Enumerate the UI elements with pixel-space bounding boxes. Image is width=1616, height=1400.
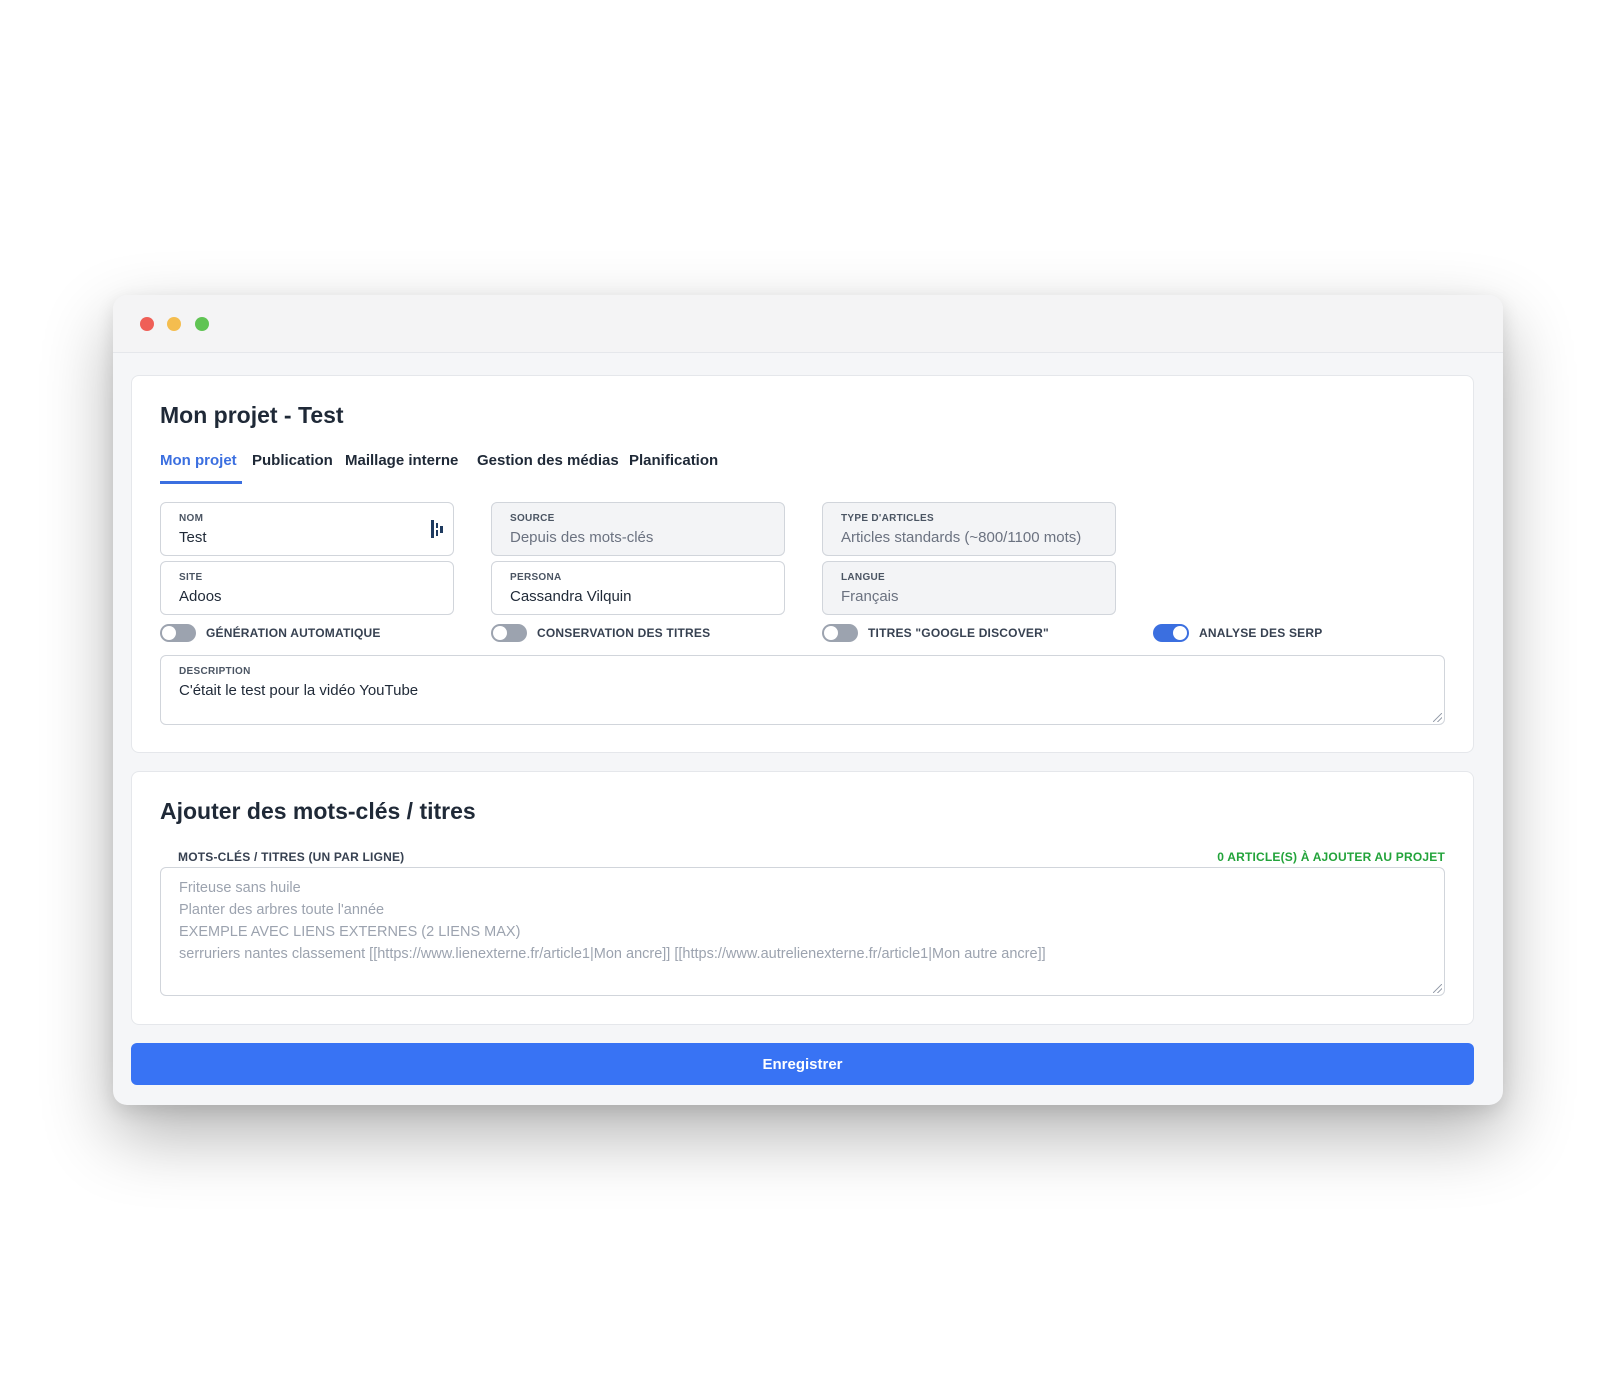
keywords-textarea[interactable]: Friteuse sans huile Planter des arbres t… xyxy=(160,867,1445,996)
toggle-analyse-serp-label: ANALYSE DES SERP xyxy=(1199,626,1323,640)
title-bar xyxy=(113,295,1503,353)
persona-select[interactable]: Cassandra Vilquin xyxy=(510,588,760,605)
app-window: Mon projet - Test Mon projet Publication… xyxy=(113,295,1503,1105)
minimize-window-button[interactable] xyxy=(167,317,181,331)
source-value: Depuis des mots-clés xyxy=(510,529,654,546)
page-title: Mon projet - Test xyxy=(160,402,344,428)
project-card: Mon projet - Test Mon projet Publication… xyxy=(131,375,1474,753)
langue-label: LANGUE xyxy=(841,572,886,583)
toggle-google-discover[interactable] xyxy=(822,624,858,642)
toggle-generation-automatique[interactable] xyxy=(160,624,196,642)
type-articles-field: TYPE D'ARTICLES Articles standards (~800… xyxy=(822,502,1116,556)
keywords-field-label: MOTS-CLÉS / TITRES (UN PAR LIGNE) xyxy=(178,850,405,864)
source-field: SOURCE Depuis des mots-clés xyxy=(491,502,785,556)
site-label: SITE xyxy=(179,572,203,583)
maximize-window-button[interactable] xyxy=(195,317,209,331)
site-select[interactable]: Adoos xyxy=(179,588,429,605)
type-articles-value: Articles standards (~800/1100 mots) xyxy=(841,529,1082,546)
keywords-card: Ajouter des mots-clés / titres MOTS-CLÉS… xyxy=(131,771,1474,1025)
articles-count: 0 ARTICLE(S) À AJOUTER AU PROJET xyxy=(1217,850,1445,864)
nom-input[interactable]: Test xyxy=(179,529,429,546)
nom-label: NOM xyxy=(179,513,204,524)
description-textarea[interactable]: C'était le test pour la vidéo YouTube xyxy=(179,682,418,699)
type-articles-label: TYPE D'ARTICLES xyxy=(841,513,934,524)
tab-planification[interactable]: Planification xyxy=(629,450,718,484)
toggle-analyse-serp[interactable] xyxy=(1153,624,1189,642)
persona-field[interactable]: PERSONA Cassandra Vilquin xyxy=(491,561,785,615)
tab-publication[interactable]: Publication xyxy=(252,450,333,484)
description-field[interactable]: DESCRIPTION C'était le test pour la vidé… xyxy=(160,655,1445,725)
tab-mon-projet[interactable]: Mon projet xyxy=(160,450,242,484)
placeholder-line: EXEMPLE AVEC LIENS EXTERNES (2 LIENS MAX… xyxy=(179,924,521,940)
persona-label: PERSONA xyxy=(510,572,562,583)
resize-handle-icon[interactable] xyxy=(1433,984,1442,993)
langue-value: Français xyxy=(841,588,899,605)
toggle-conservation-titres-label: CONSERVATION DES TITRES xyxy=(537,626,711,640)
close-window-button[interactable] xyxy=(140,317,154,331)
keywords-title: Ajouter des mots-clés / titres xyxy=(160,798,476,824)
site-field[interactable]: SITE Adoos xyxy=(160,561,454,615)
toggle-generation-automatique-label: GÉNÉRATION AUTOMATIQUE xyxy=(206,626,381,640)
description-label: DESCRIPTION xyxy=(179,666,251,677)
placeholder-line: Planter des arbres toute l'année xyxy=(179,902,385,918)
resize-handle-icon[interactable] xyxy=(1433,713,1442,722)
toggle-google-discover-label: TITRES "GOOGLE DISCOVER" xyxy=(868,626,1049,640)
placeholder-line: Friteuse sans huile xyxy=(179,880,301,896)
tab-gestion-des-medias[interactable]: Gestion des médias xyxy=(477,450,619,484)
key-icon[interactable] xyxy=(430,519,444,539)
source-label: SOURCE xyxy=(510,513,555,524)
placeholder-line: serruriers nantes classement [[https://w… xyxy=(179,946,1046,962)
nom-field[interactable]: NOM Test xyxy=(160,502,454,556)
save-button[interactable]: Enregistrer xyxy=(131,1043,1474,1085)
toggle-conservation-titres[interactable] xyxy=(491,624,527,642)
langue-field: LANGUE Français xyxy=(822,561,1116,615)
tab-maillage-interne[interactable]: Maillage interne xyxy=(345,450,458,484)
